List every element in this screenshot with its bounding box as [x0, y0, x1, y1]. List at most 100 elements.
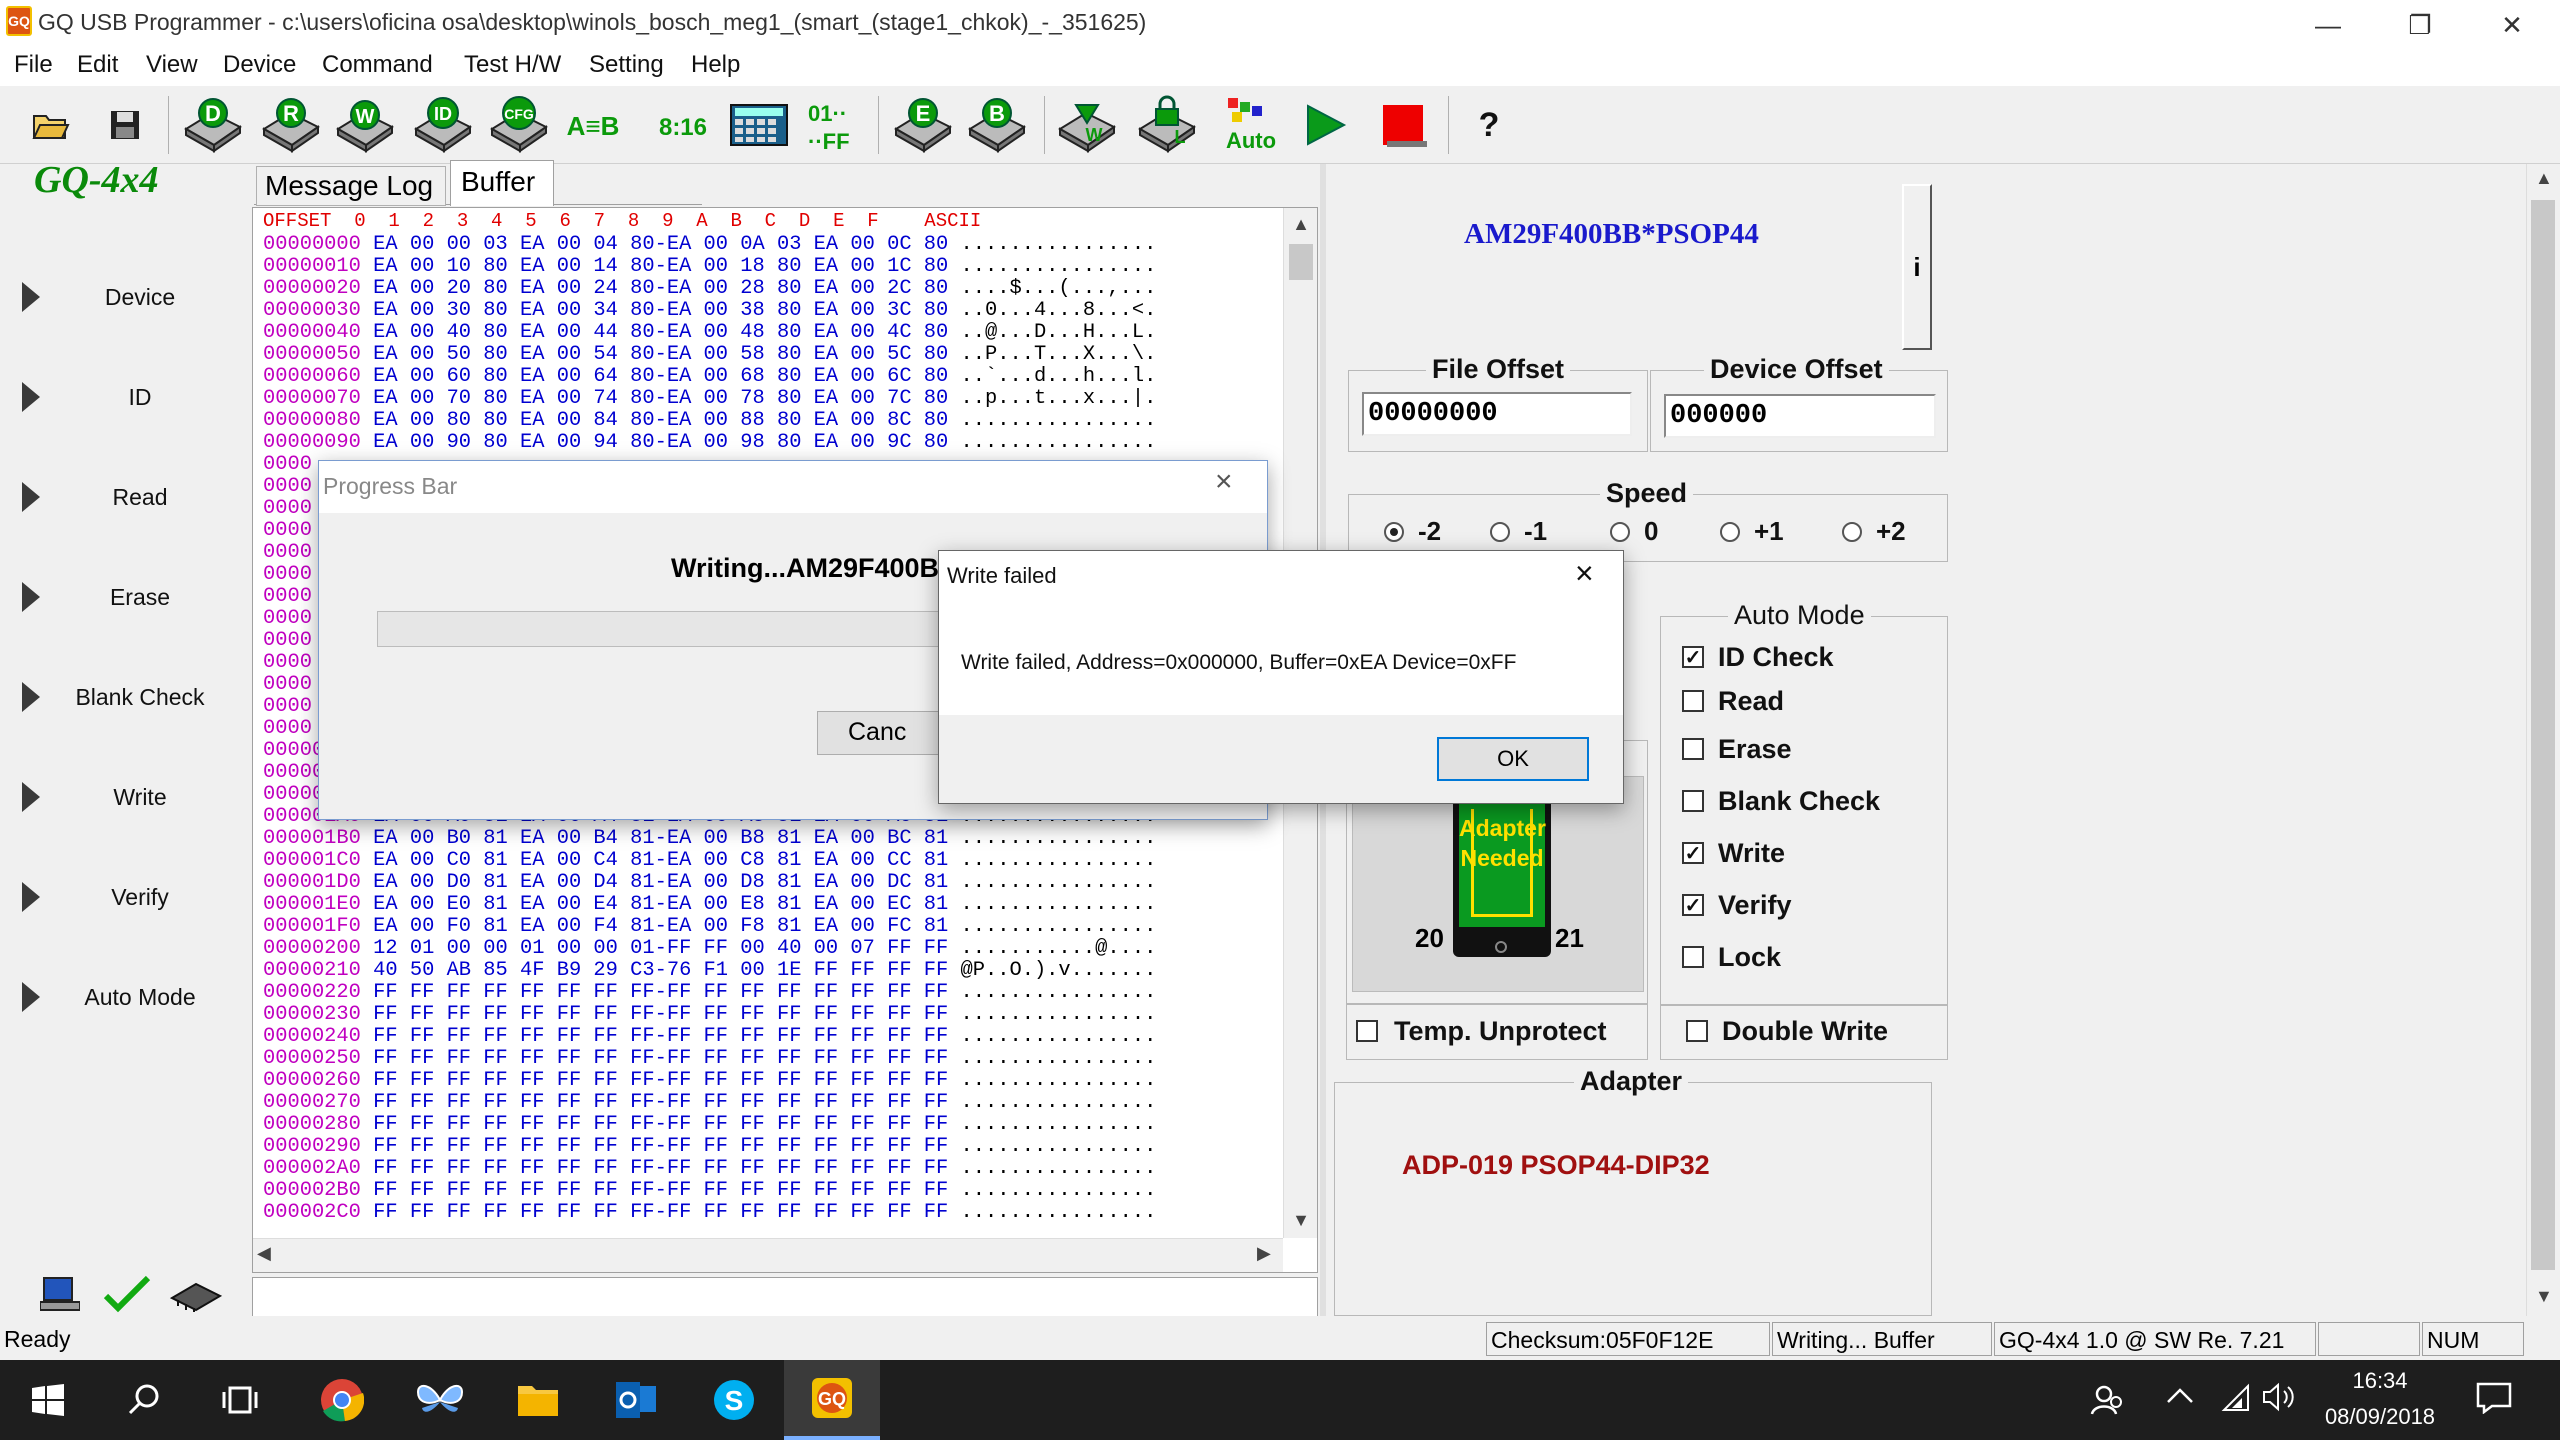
show-hidden-icons-icon[interactable]: [2166, 1386, 2194, 1406]
ok-button[interactable]: OK: [1437, 737, 1589, 781]
speed-radio[interactable]: [1720, 522, 1740, 542]
menu-setting[interactable]: Setting: [589, 51, 664, 79]
error-close-icon[interactable]: ×: [1575, 555, 1594, 592]
auto-mode-checkbox[interactable]: ✓: [1682, 646, 1704, 669]
explorer-taskbar-button[interactable]: [490, 1360, 586, 1440]
menu-command[interactable]: Command: [322, 51, 433, 79]
fill-ff-button[interactable]: 01·· ··FF: [798, 92, 868, 158]
write-button[interactable]: W: [330, 92, 400, 158]
file-offset-input[interactable]: 00000000: [1362, 392, 1632, 436]
scroll-thumb[interactable]: [1289, 244, 1313, 280]
people-icon[interactable]: [2090, 1382, 2126, 1418]
menu-device[interactable]: Device: [223, 51, 296, 79]
search-button[interactable]: [96, 1360, 192, 1440]
sidebar-item-erase[interactable]: Erase: [0, 564, 248, 634]
scroll-right-icon[interactable]: ▶: [1257, 1243, 1271, 1264]
clock-time[interactable]: 16:34: [2300, 1368, 2460, 1394]
scroll-left-icon[interactable]: ◀: [257, 1243, 271, 1264]
save-button[interactable]: [90, 92, 160, 158]
device-button[interactable]: D: [178, 92, 248, 158]
hex-row[interactable]: 000002C0 FF FF FF FF FF FF FF FF-FF FF F…: [263, 1202, 1156, 1224]
hex-row[interactable]: 00000270 FF FF FF FF FF FF FF FF-FF FF F…: [263, 1092, 1156, 1114]
hex-row[interactable]: 000001E0 EA 00 E0 81 EA 00 E4 81-EA 00 E…: [263, 894, 1156, 916]
gang-write-button[interactable]: W: [1052, 92, 1122, 158]
run-button[interactable]: [1290, 92, 1360, 158]
hex-row[interactable]: 00000200 12 01 00 00 01 00 00 01-FF FF 0…: [263, 938, 1156, 960]
auto-mode-checkbox[interactable]: [1682, 690, 1704, 712]
auto-mode-checkbox[interactable]: [1682, 790, 1704, 812]
id-button[interactable]: ID: [408, 92, 478, 158]
sidebar-item-auto-mode[interactable]: Auto Mode: [0, 964, 248, 1034]
scroll-up-icon[interactable]: ▲: [1284, 208, 1318, 240]
progress-close-icon[interactable]: ×: [1215, 465, 1233, 499]
speed-radio[interactable]: [1384, 522, 1404, 542]
horizontal-scrollbar[interactable]: ◀ ▶: [253, 1238, 1283, 1272]
hex-row[interactable]: 00000290 FF FF FF FF FF FF FF FF-FF FF F…: [263, 1136, 1156, 1158]
sidebar-item-verify[interactable]: Verify: [0, 864, 248, 934]
clock-date[interactable]: 08/09/2018: [2300, 1404, 2460, 1430]
stop-button[interactable]: [1368, 92, 1438, 158]
hex-row[interactable]: 00000220 FF FF FF FF FF FF FF FF-FF FF F…: [263, 982, 1156, 1004]
auto-mode-checkbox[interactable]: [1682, 738, 1704, 760]
device-offset-input[interactable]: 000000: [1664, 394, 1936, 438]
sidebar-item-read[interactable]: Read: [0, 464, 248, 534]
compare-button[interactable]: A≡B: [558, 92, 628, 158]
hex-row[interactable]: 000001C0 EA 00 C0 81 EA 00 C4 81-EA 00 C…: [263, 850, 1156, 872]
help-button[interactable]: ?: [1454, 92, 1524, 158]
hex-row[interactable]: 00000030 EA 00 30 80 EA 00 34 80-EA 00 3…: [263, 300, 1156, 322]
hex-row[interactable]: 00000050 EA 00 50 80 EA 00 54 80-EA 00 5…: [263, 344, 1156, 366]
panel-scrollbar[interactable]: ▲ ▼: [2526, 164, 2560, 1316]
hex-row[interactable]: 000002B0 FF FF FF FF FF FF FF FF-FF FF F…: [263, 1180, 1156, 1202]
notifications-icon[interactable]: [2476, 1382, 2512, 1414]
menu-help[interactable]: Help: [691, 51, 740, 79]
auto-mode-checkbox[interactable]: ✓: [1682, 894, 1704, 917]
panel-scroll-up-icon[interactable]: ▲: [2535, 168, 2553, 189]
outlook-taskbar-button[interactable]: [588, 1360, 684, 1440]
tab-buffer[interactable]: Buffer: [450, 160, 554, 206]
panel-scroll-down-icon[interactable]: ▼: [2535, 1286, 2553, 1307]
speed-radio[interactable]: [1490, 522, 1510, 542]
hex-row[interactable]: 00000280 FF FF FF FF FF FF FF FF-FF FF F…: [263, 1114, 1156, 1136]
hex-row[interactable]: 00000250 FF FF FF FF FF FF FF FF-FF FF F…: [263, 1048, 1156, 1070]
auto-mode-checkbox[interactable]: ✓: [1682, 842, 1704, 865]
hex-row[interactable]: 000001B0 EA 00 B0 81 EA 00 B4 81-EA 00 B…: [263, 828, 1156, 850]
config-button[interactable]: CFG: [484, 92, 554, 158]
calculator-button[interactable]: [724, 92, 794, 158]
menu-test-hw[interactable]: Test H/W: [464, 51, 561, 79]
hex-row[interactable]: 00000090 EA 00 90 80 EA 00 94 80-EA 00 9…: [263, 432, 1156, 454]
auto-mode-checkbox[interactable]: [1682, 946, 1704, 968]
sidebar-item-id[interactable]: ID: [0, 364, 248, 434]
hex-row[interactable]: 00000020 EA 00 20 80 EA 00 24 80-EA 00 2…: [263, 278, 1156, 300]
hex-row[interactable]: 000002A0 FF FF FF FF FF FF FF FF-FF FF F…: [263, 1158, 1156, 1180]
hex-row[interactable]: 00000060 EA 00 60 80 EA 00 64 80-EA 00 6…: [263, 366, 1156, 388]
double-write-checkbox[interactable]: [1686, 1020, 1708, 1042]
mail-taskbar-button[interactable]: [392, 1360, 488, 1440]
lock-button[interactable]: L: [1132, 92, 1202, 158]
hex-row[interactable]: 00000010 EA 00 10 80 EA 00 14 80-EA 00 1…: [263, 256, 1156, 278]
scroll-down-icon[interactable]: ▼: [1284, 1204, 1318, 1236]
sidebar-item-blank-check[interactable]: Blank Check: [0, 664, 248, 734]
hex-row[interactable]: 00000040 EA 00 40 80 EA 00 44 80-EA 00 4…: [263, 322, 1156, 344]
hex-row[interactable]: 00000070 EA 00 70 80 EA 00 74 80-EA 00 7…: [263, 388, 1156, 410]
close-button[interactable]: ✕: [2466, 0, 2558, 50]
chrome-taskbar-button[interactable]: [294, 1360, 390, 1440]
hex-row[interactable]: 000001D0 EA 00 D0 81 EA 00 D4 81-EA 00 D…: [263, 872, 1156, 894]
hex-row[interactable]: 00000260 FF FF FF FF FF FF FF FF-FF FF F…: [263, 1070, 1156, 1092]
tab-message-log[interactable]: Message Log: [256, 166, 446, 206]
wifi-icon[interactable]: [2220, 1382, 2250, 1412]
panel-scroll-thumb[interactable]: [2531, 200, 2555, 1270]
hex-row[interactable]: 000001F0 EA 00 F0 81 EA 00 F4 81-EA 00 F…: [263, 916, 1156, 938]
open-button[interactable]: [16, 92, 86, 158]
menu-view[interactable]: View: [146, 51, 198, 79]
sidebar-item-device[interactable]: Device: [0, 264, 248, 334]
bitwidth-button[interactable]: 8:16: [648, 92, 718, 158]
hex-row[interactable]: 00000240 FF FF FF FF FF FF FF FF-FF FF F…: [263, 1026, 1156, 1048]
hex-row[interactable]: 00000210 40 50 AB 85 4F B9 29 C3-76 F1 0…: [263, 960, 1156, 982]
hex-row[interactable]: 00000000 EA 00 00 03 EA 00 04 80-EA 00 0…: [263, 234, 1156, 256]
hex-row[interactable]: 00000080 EA 00 80 80 EA 00 84 80-EA 00 8…: [263, 410, 1156, 432]
menu-file[interactable]: File: [14, 51, 53, 79]
speed-radio[interactable]: [1842, 522, 1862, 542]
auto-button[interactable]: Auto: [1216, 92, 1286, 158]
start-button[interactable]: [0, 1360, 96, 1440]
skype-taskbar-button[interactable]: S: [686, 1360, 782, 1440]
